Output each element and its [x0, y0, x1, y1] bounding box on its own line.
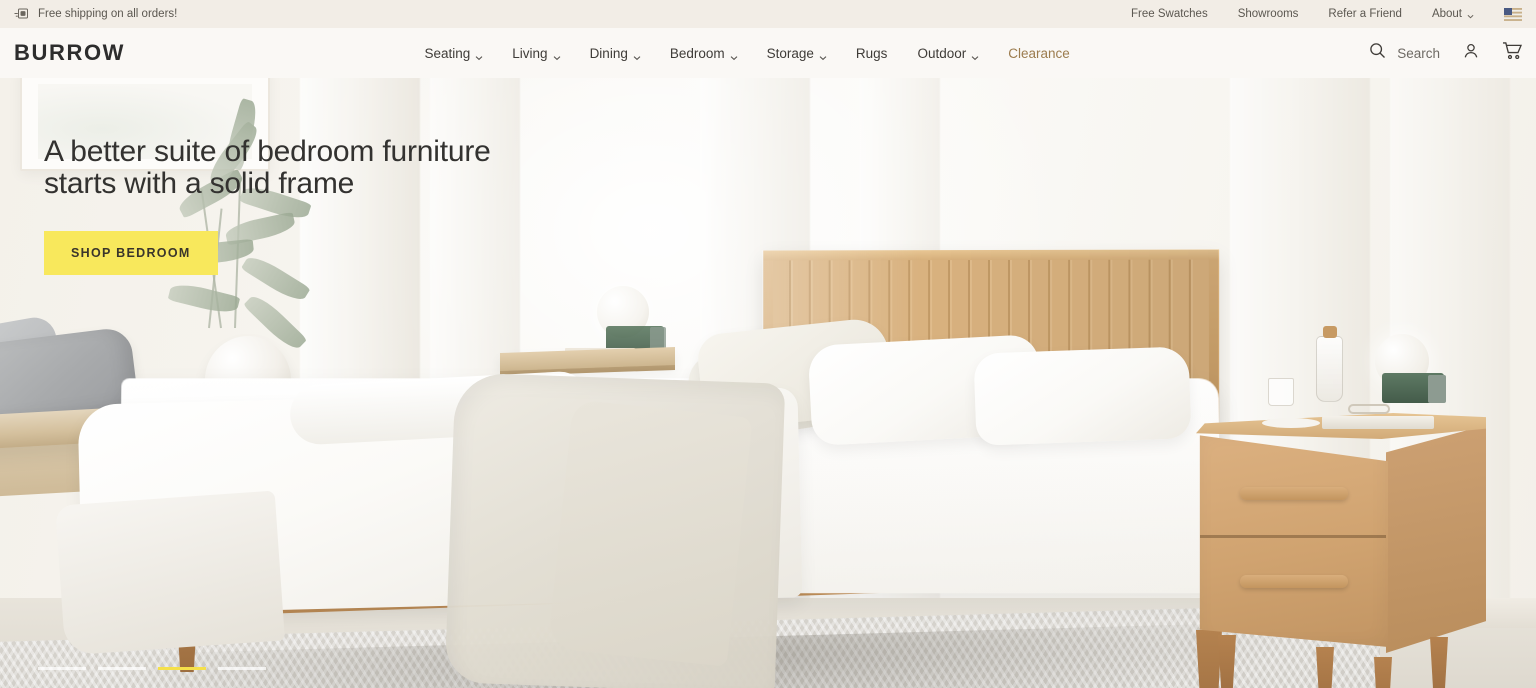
throw-blanket-fold [547, 399, 753, 667]
nav-item-seating[interactable]: Seating [424, 45, 483, 61]
announcement-bar: Free shipping on all orders! Free Swatch… [0, 0, 1536, 28]
nav-item-label: Outdoor [917, 45, 967, 61]
nav-item-rugs[interactable]: Rugs [856, 46, 888, 61]
nav-item-label: Storage [766, 45, 814, 61]
nightstand-leg [1374, 657, 1392, 688]
search-input[interactable]: Search [1369, 42, 1440, 64]
carousel-indicator-4[interactable] [218, 667, 266, 670]
small-dish [1262, 418, 1320, 428]
carousel-indicator-1[interactable] [38, 667, 86, 670]
eyeglasses [1348, 404, 1390, 414]
chevron-down-icon [1467, 11, 1474, 18]
nav-item-clearance[interactable]: Clearance [1008, 46, 1070, 61]
shipping-box-icon [14, 7, 30, 21]
nav-item-label: Dining [589, 45, 628, 61]
glass-carafe [1316, 336, 1343, 402]
chevron-down-icon [730, 50, 738, 60]
announce-link-label: About [1431, 8, 1462, 20]
announce-link-label: Free Swatches [1131, 8, 1208, 20]
nightstand-drawer-divider [1200, 535, 1386, 538]
nav-item-label: Clearance [1008, 45, 1070, 61]
carousel-indicators [38, 667, 266, 670]
chevron-down-icon [475, 50, 483, 60]
nav-item-label: Seating [424, 45, 471, 61]
announce-link-about[interactable]: About [1432, 8, 1474, 20]
announce-link-free-swatches[interactable]: Free Swatches [1131, 8, 1208, 20]
announcement-message-group: Free shipping on all orders! [14, 7, 177, 21]
user-account-icon [1462, 42, 1480, 65]
nightstand-side-panel [1386, 425, 1486, 653]
nightstand-drawer-handle-top [1240, 487, 1348, 500]
announce-link-label: Refer a Friend [1328, 8, 1402, 20]
nightstand-leg [1430, 637, 1448, 688]
carousel-indicator-3[interactable] [158, 667, 206, 670]
hero-carousel[interactable]: A better suite of bedroom furniture star… [0, 78, 1536, 688]
announcement-links: Free Swatches Showrooms Refer a Friend A… [1131, 7, 1522, 21]
account-button[interactable] [1462, 42, 1480, 65]
carafe-cork-stopper [1323, 326, 1337, 338]
nav-item-outdoor[interactable]: Outdoor [917, 45, 979, 61]
main-navigation: Seating Living Dining Bedroom Storage Ru… [125, 46, 1369, 61]
search-icon [1369, 42, 1386, 64]
book-stack [1322, 416, 1434, 429]
announce-link-refer-a-friend[interactable]: Refer a Friend [1328, 8, 1402, 20]
nightstand-leg [1218, 635, 1236, 688]
duvet-drape [55, 490, 285, 656]
announce-link-label: Showrooms [1237, 8, 1299, 20]
carousel-indicator-2[interactable] [98, 667, 146, 670]
chevron-down-icon [819, 50, 827, 60]
nav-item-dining[interactable]: Dining [589, 45, 641, 61]
cart-button[interactable] [1502, 41, 1523, 65]
right-speaker-side [1428, 375, 1446, 403]
nightstand-front [1199, 435, 1388, 647]
nav-item-label: Living [512, 45, 548, 61]
site-logo[interactable]: BURROW [14, 40, 125, 66]
right-nightstand [1196, 413, 1486, 688]
site-header: BURROW Seating Living Dining Bedroom Sto… [0, 28, 1536, 78]
shopping-cart-icon [1502, 41, 1523, 65]
announce-link-showrooms[interactable]: Showrooms [1238, 8, 1299, 20]
bed-pillow [973, 346, 1192, 446]
chevron-down-icon [553, 50, 560, 60]
search-label: Search [1397, 45, 1440, 61]
nav-item-bedroom[interactable]: Bedroom [669, 45, 738, 61]
nightstand-leg [1316, 647, 1334, 688]
nav-item-storage[interactable]: Storage [766, 45, 827, 61]
us-flag-icon[interactable] [1504, 7, 1522, 21]
hero-copy-block: A better suite of bedroom furniture star… [44, 135, 491, 275]
chevron-down-icon [633, 50, 641, 60]
hero-headline-line-2: starts with a solid frame [44, 167, 355, 201]
nav-item-label: Rugs [855, 45, 888, 61]
chevron-down-icon [971, 50, 979, 60]
nav-item-living[interactable]: Living [512, 45, 560, 61]
headboard-top-rail [763, 249, 1220, 261]
drinking-glass [1268, 378, 1294, 406]
shop-bedroom-button[interactable]: SHOP BEDROOM [44, 230, 218, 275]
header-actions: Search [1369, 41, 1523, 65]
nightstand-drawer-handle-bottom [1240, 575, 1348, 588]
hero-headline: A better suite of bedroom furniture star… [44, 135, 491, 201]
announcement-message: Free shipping on all orders! [38, 8, 178, 20]
nav-item-label: Bedroom [669, 45, 725, 61]
hero-headline-line-1: A better suite of bedroom furniture [44, 135, 491, 168]
